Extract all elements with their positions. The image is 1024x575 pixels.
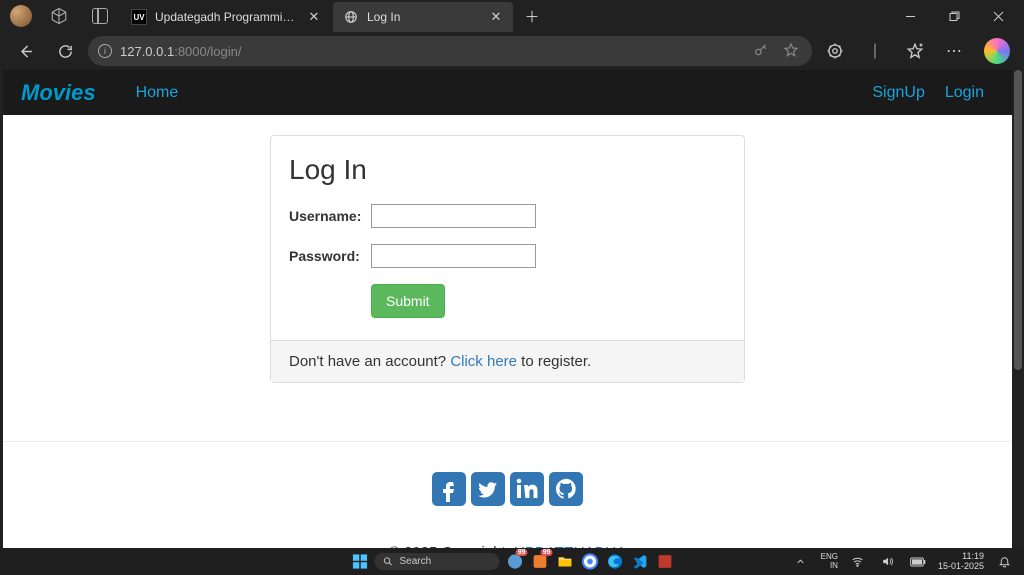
page-viewport: Movies Home SignUp Login Log In Username… [3, 70, 1012, 548]
tab-title: Log In [367, 10, 481, 24]
close-window-button[interactable] [976, 0, 1020, 32]
wifi-icon[interactable] [848, 552, 868, 572]
tab-close-button[interactable]: ✕ [489, 10, 503, 24]
scrollbar[interactable] [1014, 70, 1022, 370]
notifications-icon[interactable] [994, 552, 1014, 572]
twitter-icon[interactable] [471, 472, 505, 506]
profile-avatar[interactable] [10, 5, 32, 27]
window-controls [888, 0, 1020, 32]
url-text: 127.0.0.1:8000/login/ [120, 44, 742, 59]
tab-close-button[interactable]: ✕ [307, 10, 321, 24]
username-label: Username: [289, 208, 371, 224]
minimize-button[interactable] [888, 0, 932, 32]
github-icon[interactable] [549, 472, 583, 506]
taskbar-app-1[interactable]: 99 [505, 552, 525, 572]
brand-logo[interactable]: Movies [21, 80, 96, 106]
taskbar-chrome[interactable] [580, 552, 600, 572]
maximize-button[interactable] [932, 0, 976, 32]
browser-tab-updategadh[interactable]: UV Updategadh Programming - Upd ✕ [121, 2, 331, 32]
password-label: Password: [289, 248, 371, 264]
taskbar-edge[interactable] [605, 552, 625, 572]
taskbar-search[interactable]: Search [375, 553, 500, 570]
url-input[interactable]: i 127.0.0.1:8000/login/ [88, 36, 812, 66]
nav-signup-link[interactable]: SignUp [862, 84, 934, 102]
taskbar-app-2[interactable]: 99 [530, 552, 550, 572]
more-menu-icon[interactable]: ⋯ [938, 34, 972, 68]
windows-taskbar: Search 99 99 ENG IN [0, 548, 1024, 575]
linkedin-icon[interactable] [510, 472, 544, 506]
username-input[interactable] [371, 204, 536, 228]
login-card: Log In Username: Password: Submit Don't … [270, 135, 745, 383]
site-footer: © 2025 Copyright: UPDATEHADHA [3, 441, 1012, 548]
nav-login-link[interactable]: Login [935, 84, 994, 102]
password-input[interactable] [371, 244, 536, 268]
extensions-icon[interactable] [818, 34, 852, 68]
register-link[interactable]: Click here [450, 353, 517, 370]
tab-title: Updategadh Programming - Upd [155, 10, 299, 24]
favorites-icon[interactable] [898, 34, 932, 68]
nav-home-link[interactable]: Home [126, 84, 189, 102]
copilot-icon[interactable] [984, 38, 1010, 64]
main-content: Log In Username: Password: Submit Don't … [3, 115, 1012, 403]
facebook-icon[interactable] [432, 472, 466, 506]
volume-icon[interactable] [878, 552, 898, 572]
taskbar-app-red[interactable] [655, 552, 675, 572]
site-info-icon[interactable]: i [98, 44, 112, 58]
favicon-globe-icon [343, 9, 359, 25]
password-key-icon[interactable] [750, 42, 772, 61]
login-card-footer: Don't have an account? Click here to reg… [271, 340, 744, 382]
browser-tab-login[interactable]: Log In ✕ [333, 2, 513, 32]
browser-titlebar: UV Updategadh Programming - Upd ✕ Log In… [0, 0, 1024, 32]
language-indicator[interactable]: ENG IN [821, 553, 838, 571]
refresh-button[interactable] [48, 34, 82, 68]
login-heading: Log In [289, 154, 726, 186]
back-button[interactable] [8, 34, 42, 68]
start-button[interactable] [350, 552, 370, 572]
tab-actions-icon[interactable] [92, 8, 108, 24]
favicon-uv-icon: UV [131, 9, 147, 25]
new-tab-button[interactable]: ＋ [518, 2, 546, 30]
battery-icon[interactable] [908, 552, 928, 572]
divider: | [858, 34, 892, 68]
favorite-star-icon[interactable] [780, 42, 802, 61]
submit-button[interactable]: Submit [371, 284, 445, 318]
taskbar-explorer[interactable] [555, 552, 575, 572]
clock[interactable]: 11:19 15-01-2025 [938, 552, 984, 572]
site-navbar: Movies Home SignUp Login [3, 70, 1012, 115]
browser-address-bar: i 127.0.0.1:8000/login/ | ⋯ [0, 32, 1024, 70]
taskbar-vscode[interactable] [630, 552, 650, 572]
workspaces-icon[interactable] [50, 7, 68, 25]
tray-chevron-icon[interactable] [791, 552, 811, 572]
